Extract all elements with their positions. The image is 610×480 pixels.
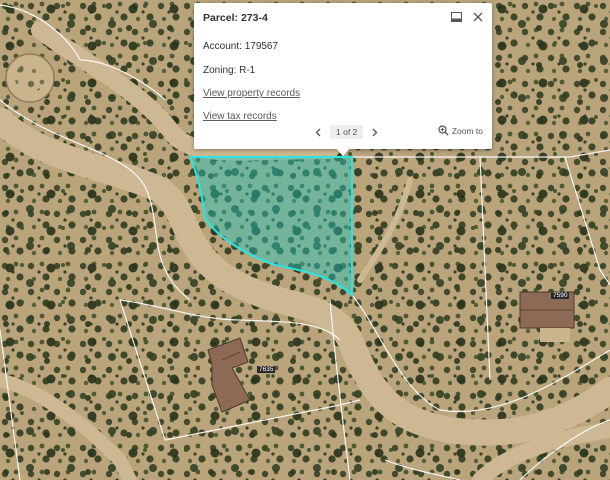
close-icon[interactable] [471, 10, 484, 23]
tax-records-link[interactable]: View tax records [203, 111, 277, 122]
property-records-link[interactable]: View property records [203, 88, 300, 99]
house-label: 7635 [257, 366, 276, 373]
pager: 1 of 2 [312, 125, 381, 139]
popup-footer: 1 of 2 Zoom to [194, 125, 492, 141]
pager-text: 1 of 2 [330, 125, 364, 139]
house-label: 7590 [551, 292, 570, 299]
zoom-to-icon [438, 125, 449, 136]
popup-actions [450, 10, 484, 23]
popup-pointer [336, 148, 350, 156]
zoning-field: Zoning: R-1 [203, 65, 256, 76]
chevron-left-icon[interactable] [312, 125, 324, 139]
chevron-right-icon[interactable] [369, 125, 381, 139]
account-field: Account: 179567 [203, 41, 279, 52]
popup-title: Parcel: 273-4 [203, 12, 268, 24]
zoom-to-button[interactable]: Zoom to [438, 125, 483, 136]
parcel-popup: Parcel: 273-4 Account: 179567 Zoning: R-… [194, 3, 492, 149]
dock-icon[interactable] [450, 10, 463, 23]
zoom-to-label: Zoom to [451, 125, 483, 136]
